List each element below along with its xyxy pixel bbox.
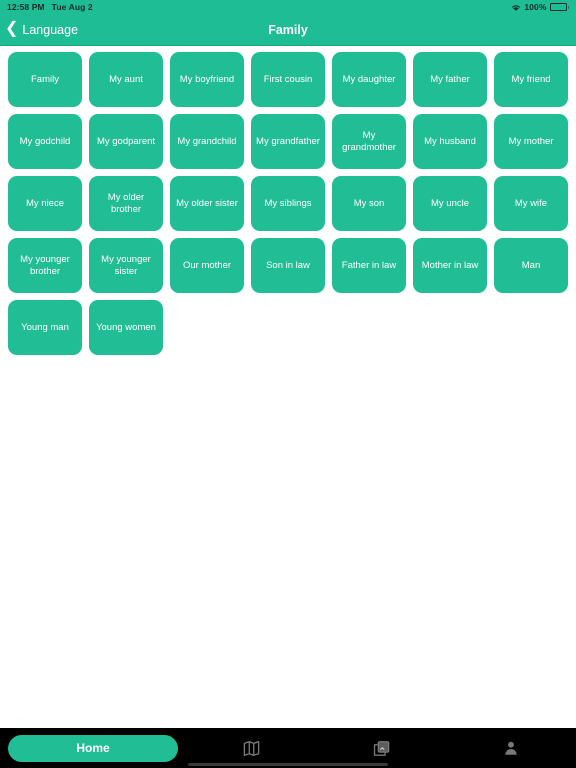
tile[interactable]: My younger sister xyxy=(89,238,163,293)
tile[interactable]: My husband xyxy=(413,114,487,169)
tile[interactable]: My father xyxy=(413,52,487,107)
tile[interactable]: My siblings xyxy=(251,176,325,231)
status-bar-left: 12:58 PM Tue Aug 2 xyxy=(7,2,93,12)
tile[interactable]: My older brother xyxy=(89,176,163,231)
tile[interactable]: My friend xyxy=(494,52,568,107)
status-bar-right: 100% xyxy=(511,2,569,12)
tile-grid: Family My aunt My boyfriend First cousin My … xyxy=(0,46,576,355)
nav-header: ❮ Language Family xyxy=(0,14,576,46)
home-pill[interactable]: Home xyxy=(8,734,178,762)
home-indicator xyxy=(188,763,388,766)
tab-profile[interactable] xyxy=(446,728,576,768)
tile[interactable]: Young man xyxy=(8,300,82,355)
tab-bar: Home xyxy=(0,728,576,768)
tile[interactable]: Family xyxy=(8,52,82,107)
status-bar-time: 12:58 PM xyxy=(7,2,45,12)
tile[interactable]: My godparent xyxy=(89,114,163,169)
photos-icon xyxy=(372,739,391,758)
tile[interactable]: My aunt xyxy=(89,52,163,107)
tile[interactable]: My daughter xyxy=(332,52,406,107)
tile[interactable]: My grandfather xyxy=(251,114,325,169)
tile[interactable]: My boyfriend xyxy=(170,52,244,107)
page-title: Family xyxy=(268,22,308,37)
tile[interactable]: Son in law xyxy=(251,238,325,293)
chevron-left-icon: ❮ xyxy=(5,19,19,37)
battery-percent-label: 100% xyxy=(524,2,547,12)
tile[interactable]: Father in law xyxy=(332,238,406,293)
tab-home-label: Home xyxy=(76,741,110,755)
status-bar: 12:58 PM Tue Aug 2 100% xyxy=(0,0,576,14)
tile[interactable]: My godchild xyxy=(8,114,82,169)
tile[interactable]: Mother in law xyxy=(413,238,487,293)
status-bar-date: Tue Aug 2 xyxy=(51,2,93,12)
tile[interactable]: My older sister xyxy=(170,176,244,231)
battery-full-icon xyxy=(549,3,569,11)
tile[interactable]: First cousin xyxy=(251,52,325,107)
content-area: Family My aunt My boyfriend First cousin My … xyxy=(0,46,576,728)
book-icon xyxy=(242,739,261,758)
tile[interactable]: My grandmother xyxy=(332,114,406,169)
tile[interactable]: My uncle xyxy=(413,176,487,231)
tile[interactable]: Young women xyxy=(89,300,163,355)
tab-home[interactable]: Home xyxy=(0,728,186,768)
wifi-icon xyxy=(511,3,521,12)
back-button[interactable]: ❮ Language xyxy=(0,19,79,37)
person-icon xyxy=(502,739,520,757)
tile[interactable]: My mother xyxy=(494,114,568,169)
tile[interactable]: My wife xyxy=(494,176,568,231)
tab-book[interactable] xyxy=(186,728,316,768)
tile[interactable]: My younger brother xyxy=(8,238,82,293)
tile[interactable]: My niece xyxy=(8,176,82,231)
tile[interactable]: My grandchild xyxy=(170,114,244,169)
tile[interactable]: Our mother xyxy=(170,238,244,293)
back-button-label: Language xyxy=(22,22,79,37)
tile[interactable]: My son xyxy=(332,176,406,231)
tab-photos[interactable] xyxy=(316,728,446,768)
tile[interactable]: Man xyxy=(494,238,568,293)
